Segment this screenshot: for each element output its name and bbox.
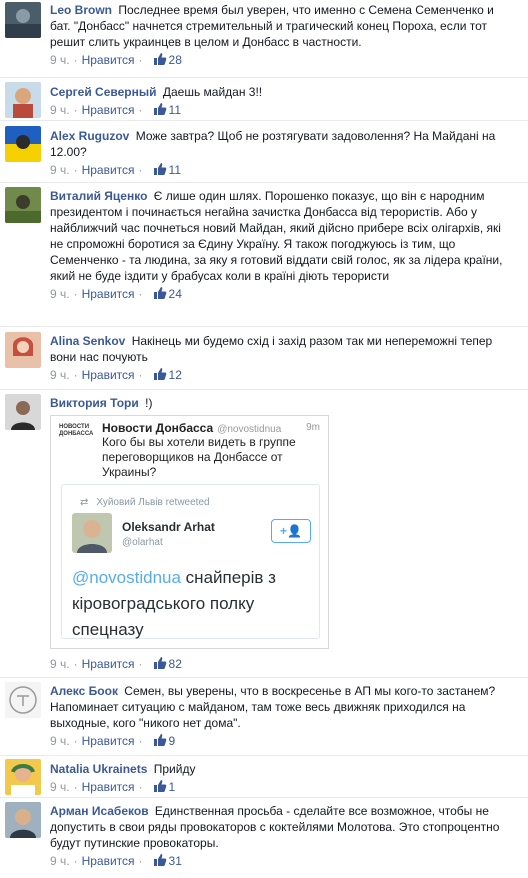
tweet-handle: @novostidnua	[217, 424, 282, 435]
retweet-author: Oleksandr Arhat	[122, 520, 215, 534]
comment: Сергей Северный Даешь майдан 3!! 9 ч. · Нр…	[0, 78, 528, 121]
like-count[interactable]: 31	[169, 854, 182, 868]
comment-time[interactable]: 9 ч.	[50, 780, 70, 794]
comment-author[interactable]: Арман Исабеков	[50, 804, 149, 818]
thumbs-up-icon	[153, 103, 166, 115]
thumbs-up-icon	[153, 734, 166, 746]
embedded-tweet-image[interactable]: НОВОСТИ ДОНБАССА Новости Донбасса @novost…	[50, 415, 329, 649]
comment-author[interactable]: Виталий Яценко	[50, 189, 147, 203]
like-count[interactable]: 11	[169, 103, 181, 117]
like-button[interactable]: Нравится	[82, 368, 135, 382]
comment-time[interactable]: 9 ч.	[50, 163, 70, 177]
like-count[interactable]: 12	[169, 368, 182, 382]
comment-author[interactable]: Сергей Северный	[50, 85, 157, 99]
comment-time[interactable]: 9 ч.	[50, 287, 70, 301]
thumbs-up-icon	[153, 163, 166, 175]
like-button[interactable]: Нравится	[82, 53, 135, 67]
comment-meta: 9 ч. · Нравится · 9	[50, 734, 176, 748]
comment-time[interactable]: 9 ч.	[50, 53, 70, 67]
like-button[interactable]: Нравится	[82, 854, 135, 868]
tweet-time: 9m	[306, 422, 320, 433]
comment: Alina Senkov Накінець ми будемо схід і з…	[0, 327, 528, 390]
like-count[interactable]: 9	[169, 734, 176, 748]
comment-author[interactable]: Виктория Тори	[50, 396, 139, 410]
comment-author[interactable]: Leo Brown	[50, 3, 112, 17]
like-button[interactable]: Нравится	[82, 103, 135, 117]
avatar[interactable]	[5, 394, 41, 430]
like-count[interactable]: 11	[169, 163, 181, 177]
avatar[interactable]	[5, 2, 41, 38]
thumbs-up-icon	[153, 368, 166, 380]
comment: Алекс Боок Семен, вы уверены, что в воск…	[0, 678, 528, 756]
comment-author[interactable]: Natalia Ukrainets	[50, 762, 147, 776]
comment-time[interactable]: 9 ч.	[50, 368, 70, 382]
avatar[interactable]	[5, 82, 41, 118]
comment: Виталий Яценко Є лише один шлях. Порошен…	[0, 183, 528, 327]
thumbs-up-icon	[153, 287, 166, 299]
avatar[interactable]	[5, 126, 41, 162]
thumbs-up-icon	[153, 53, 166, 65]
retweet-card: ⇄ Хуйовий Львів retweeted Oleksandr Arhat…	[61, 484, 320, 639]
avatar[interactable]	[5, 759, 41, 795]
like-button[interactable]: Нравится	[82, 163, 135, 177]
like-count[interactable]: 1	[169, 780, 176, 794]
comment-meta: 9 ч. · Нравится · 12	[50, 368, 182, 382]
retweeted-by: Хуйовий Львів retweeted	[96, 497, 210, 508]
news-logo: НОВОСТИ ДОНБАССА	[59, 424, 94, 437]
like-count[interactable]: 28	[169, 53, 182, 67]
comment: Alex Ruguzov Може завтра? Щоб не розтягу…	[0, 121, 528, 183]
comment-meta: 9 ч. · Нравится · 24	[50, 287, 182, 301]
comment-author[interactable]: Alina Senkov	[50, 334, 125, 348]
like-button[interactable]: Нравится	[82, 734, 135, 748]
comment-text: Даешь майдан 3!!	[162, 85, 263, 99]
comment-text: Є лише один шлях. Порошенко показує, що …	[50, 189, 503, 283]
comment-text: !)	[145, 396, 153, 410]
avatar[interactable]	[5, 802, 41, 838]
like-button[interactable]: Нравится	[82, 780, 135, 794]
avatar	[72, 513, 112, 553]
avatar[interactable]	[5, 332, 41, 368]
comment-meta: 9 ч. · Нравится · 28	[50, 53, 182, 67]
avatar[interactable]	[5, 682, 41, 718]
comment-meta: 9 ч. · Нравится · 31	[50, 854, 182, 868]
comment-feed: Leo Brown Последнее время был уверен, чт…	[0, 0, 528, 878]
comment-text: Последнее время был уверен, что именно с…	[50, 3, 494, 49]
like-button[interactable]: Нравится	[82, 657, 135, 671]
thumbs-up-icon	[153, 780, 166, 792]
comment-author[interactable]: Алекс Боок	[50, 684, 118, 698]
retweet-text: @novostidnua снайперів з кіровоградськог…	[72, 568, 276, 639]
comment-author[interactable]: Alex Ruguzov	[50, 129, 129, 143]
comment-meta: 9 ч. · Нравится · 82	[50, 657, 182, 671]
tweet-author: Новости Донбасса	[102, 421, 214, 435]
like-count[interactable]: 24	[169, 287, 182, 301]
comment-meta: 9 ч. · Нравится · 11	[50, 163, 182, 177]
comment-time[interactable]: 9 ч.	[50, 854, 70, 868]
comment: Natalia Ukrainets Прийду 9 ч. · Нравится · 1	[0, 756, 528, 798]
comment: Виктория Тори !) НОВОСТИ ДОНБАССА Новост…	[0, 390, 528, 678]
comment-text: Прийду	[153, 762, 196, 776]
follow-button: +👤	[271, 519, 311, 543]
retweet-icon: ⇄	[80, 497, 89, 508]
comment-time[interactable]: 9 ч.	[50, 657, 70, 671]
comment: Leo Brown Последнее время был уверен, чт…	[0, 0, 528, 78]
thumbs-up-icon	[153, 657, 166, 669]
comment-time[interactable]: 9 ч.	[50, 734, 70, 748]
comment-meta: 9 ч. · Нравится · 1	[50, 780, 176, 794]
avatar[interactable]	[5, 187, 41, 223]
tweet-text: Кого бы вы хотели видеть в группе перего…	[102, 435, 296, 479]
like-button[interactable]: Нравится	[82, 287, 135, 301]
comment: Арман Исабеков Единственная просьба - сд…	[0, 798, 528, 878]
comment-time[interactable]: 9 ч.	[50, 103, 70, 117]
thumbs-up-icon	[153, 854, 166, 866]
comment-meta: 9 ч. · Нравится · 11	[50, 103, 182, 117]
mention-link: @novostidnua	[72, 568, 181, 587]
retweet-handle: @olarhat	[122, 537, 163, 548]
like-count[interactable]: 82	[169, 657, 182, 671]
